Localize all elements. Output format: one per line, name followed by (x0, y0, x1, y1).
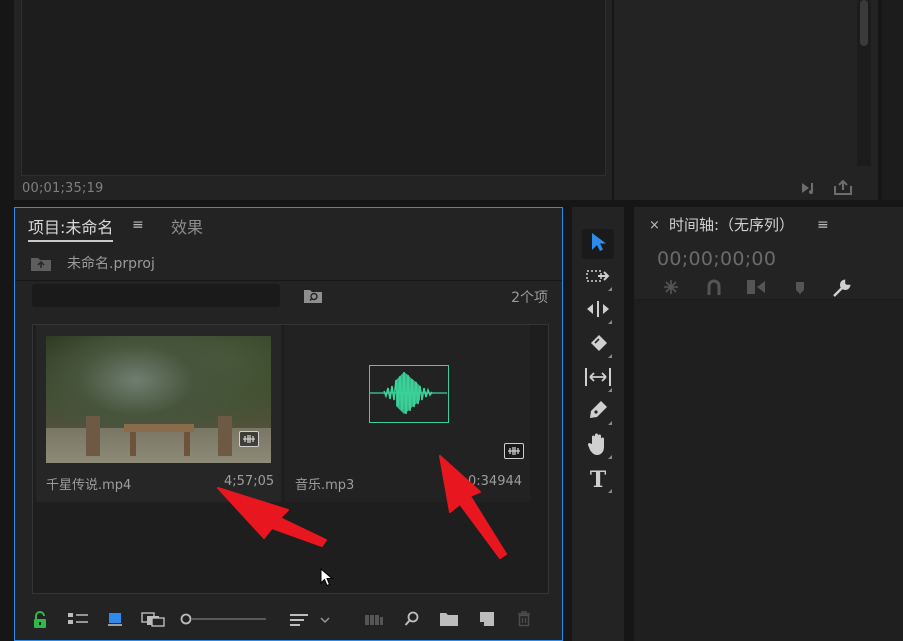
wrench-icon[interactable] (832, 278, 852, 297)
tools-panel: T (572, 207, 624, 641)
project-file-name: 未命名.prproj (67, 256, 155, 272)
tab-project[interactable]: 项目:未命名 (28, 214, 114, 242)
icon-view-icon[interactable] (107, 611, 123, 631)
program-monitor-viewport (21, 0, 606, 176)
lock-icon[interactable] (33, 611, 47, 631)
find-icon[interactable] (404, 611, 420, 631)
type-tool-icon: T (589, 467, 607, 493)
export-frame-icon[interactable] (833, 179, 853, 200)
tab-effects[interactable]: 效果 (171, 214, 203, 238)
export-audio-icon[interactable] (800, 180, 820, 200)
right-edge-strip (882, 0, 903, 200)
media-item-video[interactable]: 千星传说.mp4 4;57;05 (36, 325, 281, 502)
media-item-name: 千星传说.mp4 (46, 478, 132, 493)
track-select-tool[interactable] (582, 263, 614, 293)
scrollbar-thumb[interactable] (860, 0, 868, 46)
razor-tool[interactable] (582, 330, 614, 360)
close-icon[interactable]: × (649, 218, 660, 233)
new-search-bin-icon[interactable] (304, 288, 322, 303)
timeline-timecode[interactable]: 00;00;00;00 (657, 248, 776, 270)
new-item-icon[interactable] (479, 611, 495, 631)
timeline-track-area[interactable] (634, 299, 903, 641)
annotation-arrow-icon (436, 452, 512, 564)
nest-icon[interactable] (662, 278, 680, 296)
automate-to-sequence-icon[interactable] (364, 611, 384, 631)
selection-tool[interactable] (582, 229, 614, 259)
item-count: 2个项 (511, 290, 548, 306)
hand-tool[interactable] (582, 431, 614, 461)
mouse-cursor-icon (320, 567, 334, 592)
panel-menu-icon[interactable]: ≡ (817, 217, 829, 233)
trash-icon[interactable] (517, 611, 531, 631)
pen-tool-icon (587, 399, 609, 425)
playhead-timecode[interactable]: 00;01;35;19 (22, 181, 104, 196)
timeline-panel: × 时间轴:（无序列） ≡ 00;00;00;00 (634, 207, 903, 641)
zoom-slider[interactable] (180, 611, 268, 631)
type-tool[interactable]: T (582, 465, 614, 495)
freeform-view-icon[interactable] (141, 611, 165, 631)
divider (15, 280, 562, 281)
ripple-edit-tool[interactable] (582, 296, 614, 326)
audio-waveform-thumbnail (369, 365, 449, 423)
right-top-panel (614, 0, 878, 200)
slip-tool[interactable] (582, 364, 614, 394)
track-select-tool-icon (586, 267, 610, 289)
linked-selection-icon[interactable] (746, 278, 766, 296)
search-input[interactable] (32, 284, 280, 307)
sort-icon[interactable] (289, 611, 331, 631)
snap-icon[interactable] (706, 278, 722, 296)
selection-tool-icon (589, 232, 607, 256)
pen-tool[interactable] (582, 397, 614, 427)
video-thumbnail (46, 336, 271, 463)
panel-menu-icon[interactable]: ≡ (132, 217, 144, 233)
project-panel: 项目:未命名 ≡ 效果 未命名.prproj 2个项 千星传说.mp4 4;57… (14, 207, 563, 641)
new-bin-icon[interactable] (440, 611, 458, 631)
razor-tool-icon (587, 333, 609, 357)
add-marker-icon[interactable] (794, 278, 806, 296)
video-audio-badge-icon (239, 431, 259, 447)
tab-timeline[interactable]: 时间轴:（无序列） (669, 214, 794, 235)
list-view-icon[interactable] (67, 611, 89, 631)
bin-up-icon[interactable] (31, 256, 51, 271)
hand-tool-icon (587, 432, 609, 460)
annotation-arrow-icon (214, 484, 330, 552)
ripple-edit-tool-icon (585, 300, 611, 322)
